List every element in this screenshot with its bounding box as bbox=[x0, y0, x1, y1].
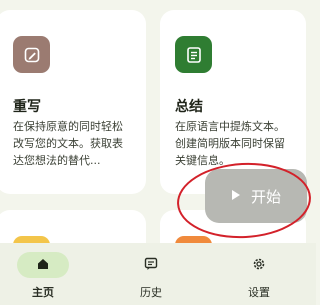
nav-item-settings[interactable]: 设置 bbox=[224, 252, 294, 300]
card-description: 在保持原意的同时轻松改写您的文本。获取表达您想法的替代... bbox=[13, 120, 123, 167]
gear-icon bbox=[252, 256, 266, 275]
nav-item-home[interactable]: 主页 bbox=[8, 252, 78, 300]
card-title: 总结 bbox=[175, 99, 203, 115]
nav-item-history[interactable]: 历史 bbox=[116, 252, 186, 300]
edit-pen-icon bbox=[13, 36, 50, 73]
card-title: 重写 bbox=[13, 99, 41, 115]
card-description: 在原语言中提炼文本。创建简明版本同时保留关键信息。 bbox=[175, 120, 285, 167]
document-summary-icon bbox=[175, 36, 212, 73]
nav-label: 主页 bbox=[32, 286, 54, 299]
nav-active-pill bbox=[17, 252, 69, 278]
nav-label: 设置 bbox=[248, 286, 270, 299]
bottom-navigation: 主页 历史 设置 bbox=[0, 243, 316, 305]
nav-label: 历史 bbox=[140, 286, 162, 299]
home-icon bbox=[36, 256, 50, 275]
tool-card-rewrite[interactable]: 重写 在保持原意的同时轻松改写您的文本。获取表达您想法的替代... bbox=[0, 10, 146, 194]
app-screen: 重写 在保持原意的同时轻松改写您的文本。获取表达您想法的替代... 总结 在原语… bbox=[0, 0, 316, 305]
history-icon bbox=[144, 256, 158, 275]
